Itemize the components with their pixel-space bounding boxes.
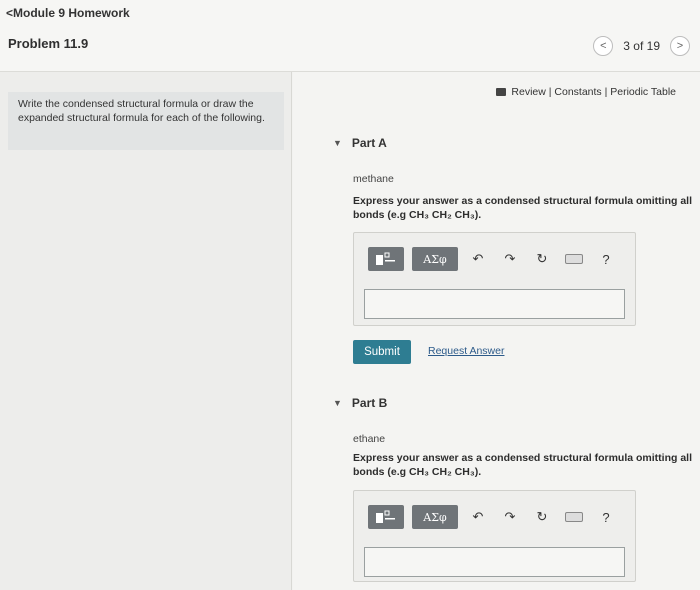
symbols-button[interactable]: ΑΣφ [412, 505, 458, 529]
undo-icon[interactable]: ↶ [466, 505, 490, 529]
keyboard-icon[interactable] [562, 505, 586, 529]
caret-down-icon: ▼ [333, 138, 342, 148]
previous-problem-button[interactable]: < [593, 36, 614, 56]
reset-icon[interactable]: ↻ [530, 505, 554, 529]
templates-button[interactable] [368, 247, 404, 271]
problem-title: Problem 11.9 [8, 36, 89, 51]
templates-button[interactable] [368, 505, 404, 529]
part-b-header[interactable]: ▼ Part B [333, 396, 387, 410]
book-icon [496, 88, 507, 96]
help-icon[interactable]: ? [594, 247, 618, 271]
part-b-editor-toolbar: ΑΣφ ↶ ↷ ↻ ? [368, 505, 618, 529]
back-to-module-link[interactable]: <Module 9 Homework [6, 6, 130, 20]
problem-pager: < 3 of 19 > [593, 36, 690, 56]
next-problem-button[interactable]: > [670, 36, 690, 56]
part-a-answer-editor: ΑΣφ ↶ ↷ ↻ ? [353, 232, 636, 326]
problem-intro-pane: Write the condensed structural formula o… [0, 72, 292, 590]
part-b-answer-editor: ΑΣφ ↶ ↷ ↻ ? [353, 490, 636, 582]
problem-work-pane: Review | Constants | Periodic Table ▼ Pa… [293, 72, 700, 590]
redo-icon[interactable]: ↷ [498, 247, 522, 271]
part-a-compound: methane [353, 173, 394, 185]
caret-down-icon: ▼ [333, 398, 342, 408]
part-b-instruction: Express your answer as a condensed struc… [353, 452, 693, 478]
part-a-request-answer-link[interactable]: Request Answer [428, 345, 504, 357]
part-a-submit-button[interactable]: Submit [353, 340, 411, 364]
symbols-button[interactable]: ΑΣφ [412, 247, 458, 271]
problem-counter: 3 of 19 [623, 39, 660, 53]
part-a-instruction: Express your answer as a condensed struc… [353, 195, 693, 221]
problem-prompt: Write the condensed structural formula o… [8, 92, 284, 150]
part-a-editor-toolbar: ΑΣφ ↶ ↷ ↻ ? [368, 247, 618, 271]
part-b-answer-input[interactable] [364, 547, 625, 577]
resources-links[interactable]: Review | Constants | Periodic Table [496, 86, 676, 98]
part-a-header[interactable]: ▼ Part A [333, 136, 387, 150]
redo-icon[interactable]: ↷ [498, 505, 522, 529]
resources-label[interactable]: Review | Constants | Periodic Table [511, 86, 676, 98]
part-a-answer-input[interactable] [364, 289, 625, 319]
template-grid-icon [376, 510, 395, 523]
part-a-label: Part A [351, 136, 387, 150]
keyboard-icon[interactable] [562, 247, 586, 271]
help-icon[interactable]: ? [594, 505, 618, 529]
template-grid-icon [376, 252, 395, 265]
top-bar: <Module 9 Homework Problem 11.9 < 3 of 1… [0, 0, 700, 72]
undo-icon[interactable]: ↶ [466, 247, 490, 271]
part-b-compound: ethane [353, 433, 386, 445]
reset-icon[interactable]: ↻ [530, 247, 554, 271]
part-b-label: Part B [351, 396, 388, 410]
